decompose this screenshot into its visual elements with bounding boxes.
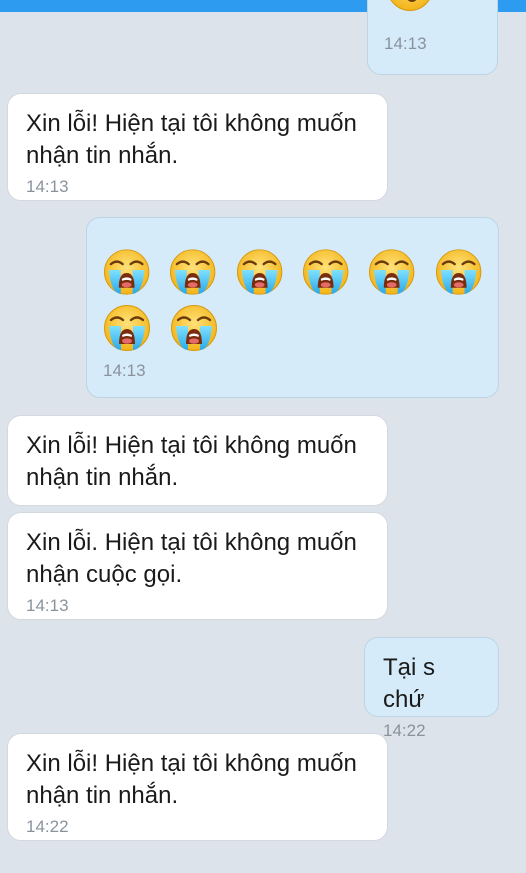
confused-face-icon [386,0,434,32]
loudly-crying-face-icon [302,248,349,296]
loudly-crying-face-icon [236,248,283,296]
loudly-crying-face-icon [170,304,218,352]
emoji-row [103,304,482,352]
message-timestamp: 14:22 [26,817,69,836]
message-outgoing-emoji[interactable]: 14:13 [367,0,498,75]
message-text: Xin lỗi! Hiện tại tôi không muốn nhận ti… [26,110,357,169]
message-outgoing[interactable]: Tại s chứ 14:22 [364,637,499,740]
message-incoming[interactable]: Xin lỗi! Hiện tại tôi không muốn nhận ti… [7,93,388,201]
emoji-row [103,248,482,296]
message-text: Xin lỗi! Hiện tại tôi không muốn nhận ti… [26,432,357,491]
message-incoming[interactable]: Xin lỗi. Hiện tại tôi không muốn nhận cu… [7,512,388,620]
message-timestamp: 14:13 [26,177,69,196]
message-text: Tại s chứ [383,654,436,713]
message-timestamp: 14:13 [384,34,427,53]
loudly-crying-face-icon [368,248,415,296]
loudly-crying-face-icon [435,248,482,296]
message-timestamp: 14:13 [26,596,69,615]
message-text: Xin lỗi! Hiện tại tôi không muốn nhận ti… [26,750,357,809]
message-timestamp: 14:13 [103,361,146,380]
loudly-crying-face-icon [103,248,150,296]
message-incoming[interactable]: Xin lỗi! Hiện tại tôi không muốn nhận ti… [7,415,388,506]
message-incoming[interactable]: Xin lỗi! Hiện tại tôi không muốn nhận ti… [7,733,388,841]
message-outgoing-emoji[interactable]: 14:13 [86,217,499,398]
message-timestamp: 14:22 [383,721,426,740]
loudly-crying-face-icon [169,248,216,296]
message-text: Xin lỗi. Hiện tại tôi không muốn nhận cu… [26,529,357,588]
loudly-crying-face-icon [103,304,151,352]
